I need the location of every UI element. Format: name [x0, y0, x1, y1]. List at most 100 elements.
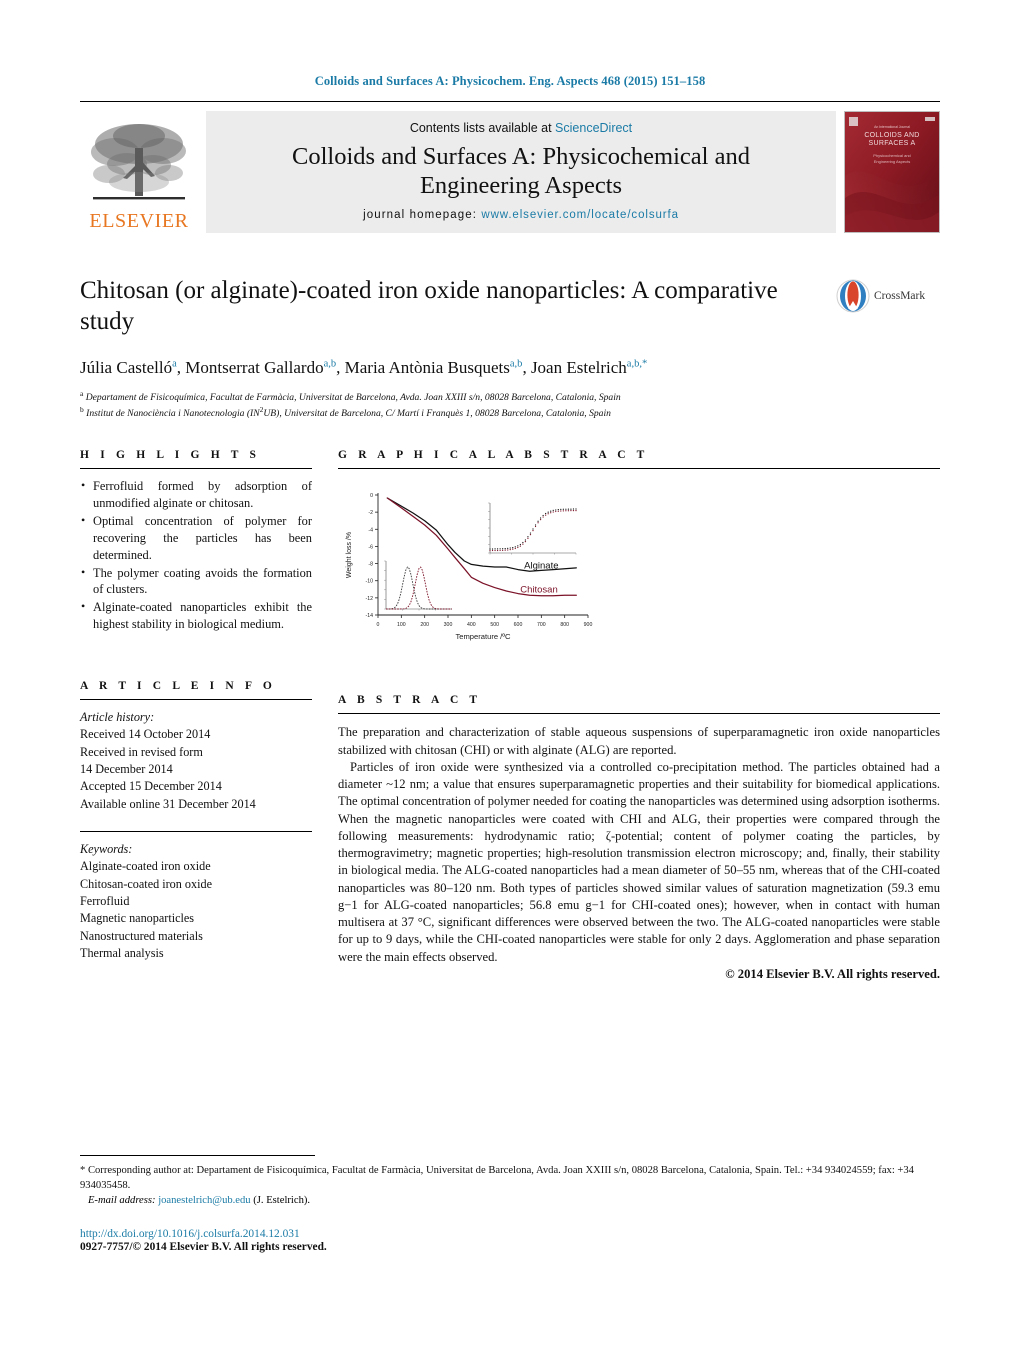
journal-homepage-line: journal homepage: www.elsevier.com/locat… [363, 209, 679, 221]
list-item: The polymer coating avoids the formation… [80, 564, 312, 599]
abstract-paragraph-1: The preparation and characterization of … [338, 725, 940, 757]
svg-text:-6: -6 [368, 545, 373, 551]
email-label: E-mail address: [87, 1195, 156, 1206]
crossmark-icon [836, 279, 870, 313]
abstract-body: The preparation and characterization of … [338, 724, 940, 983]
svg-text:Engineering Aspects: Engineering Aspects [874, 159, 910, 164]
svg-text:Temperature /ºC: Temperature /ºC [455, 632, 511, 641]
highlights-rule [80, 468, 312, 470]
svg-text:Alginate: Alginate [524, 561, 558, 572]
elsevier-logo: ELSEVIER [80, 111, 198, 233]
title-row: Chitosan (or alginate)-coated iron oxide… [80, 275, 940, 337]
history-revised-date: 14 December 2014 [80, 762, 173, 776]
article-info-heading: A R T I C L E I N F O [80, 680, 276, 693]
keyword-item: Nanostructured materials [80, 928, 203, 943]
history-revised-label: Received in revised form [80, 744, 203, 759]
crossmark-label: CrossMark [874, 290, 926, 302]
keywords-label: Keywords: [80, 841, 133, 856]
svg-text:-2: -2 [368, 510, 373, 516]
svg-text:Weight loss /%: Weight loss /% [346, 532, 353, 578]
keyword-item: Thermal analysis [80, 945, 164, 960]
list-item: Ferrofluid formed by adsorption of unmod… [80, 477, 312, 512]
list-item: Optimal concentration of polymer for rec… [80, 512, 312, 564]
crossmark-badge[interactable]: CrossMark [836, 275, 940, 313]
highlights-heading: H I G H L I G H T S [80, 449, 261, 462]
svg-text:400: 400 [467, 622, 476, 628]
svg-text:100: 100 [397, 622, 406, 628]
keyword-item: Ferrofluid [80, 893, 130, 908]
svg-text:600: 600 [514, 622, 523, 628]
email-owner: (J. Estelrich). [253, 1195, 311, 1206]
doi-block: http://dx.doi.org/10.1016/j.colsurfa.201… [80, 1228, 940, 1253]
tga-chart: 0 100 200 300 400 500 600 700 800 900 0 -2 -4 -6 -8 -10… [346, 493, 593, 641]
footer-rule [80, 1154, 315, 1156]
homepage-label: journal homepage: [363, 209, 478, 222]
affiliation-a: a Departament de Fisicoquímica, Facultat… [80, 389, 621, 404]
keyword-item: Magnetic nanoparticles [80, 911, 195, 926]
affiliation-list: a Departament de Fisicoquímica, Facultat… [80, 389, 940, 421]
svg-text:0: 0 [377, 622, 380, 628]
elsevier-tree-icon [91, 124, 186, 200]
svg-text:Physicochemical and: Physicochemical and [873, 153, 911, 158]
svg-text:SURFACES A: SURFACES A [869, 140, 916, 147]
keywords-block: Keywords: Alginate-coated iron oxide Chi… [80, 841, 312, 962]
graphical-abstract-rule [338, 468, 940, 470]
page-title: Chitosan (or alginate)-coated iron oxide… [80, 277, 778, 335]
svg-text:200: 200 [420, 622, 429, 628]
journal-title: Colloids and Surfaces A: Physicochemical… [292, 143, 750, 201]
affiliation-b: b Institut de Nanociència i Nanotecnolog… [80, 405, 611, 420]
svg-text:800: 800 [560, 622, 569, 628]
svg-text:An International Journal: An International Journal [874, 125, 910, 129]
article-history-label: Article history: [80, 710, 155, 725]
svg-text:0: 0 [370, 493, 373, 499]
author-list: Júlia Castellóa, Montserrat Gallardoa,b,… [80, 358, 648, 377]
graphical-abstract-heading: G R A P H I C A L A B S T R A C T [338, 449, 649, 462]
svg-text:-14: -14 [366, 613, 374, 619]
svg-text:-4: -4 [368, 528, 373, 534]
doi-link[interactable]: http://dx.doi.org/10.1016/j.colsurfa.201… [80, 1228, 940, 1240]
journal-cover-thumbnail[interactable]: An International Journal COLLOIDS AND SU… [844, 111, 940, 233]
abstract-rule [338, 713, 940, 715]
svg-text:500: 500 [490, 622, 499, 628]
history-online: Available online 31 December 2014 [80, 796, 256, 811]
abstract-paragraph-2: Particles of iron oxide were synthesized… [338, 759, 940, 964]
journal-masthead: ELSEVIER Contents lists available at Sci… [80, 101, 940, 233]
svg-text:-12: -12 [366, 596, 374, 602]
svg-text:-10: -10 [366, 579, 374, 585]
svg-text:COLLOIDS AND: COLLOIDS AND [864, 132, 919, 139]
title-column: Chitosan (or alginate)-coated iron oxide… [80, 275, 836, 337]
contents-available-line: Contents lists available at ScienceDirec… [410, 121, 632, 135]
list-item: Alginate-coated nanoparticles exhibit th… [80, 598, 312, 633]
history-accepted: Accepted 15 December 2014 [80, 779, 222, 794]
highlights-list: Ferrofluid formed by adsorption of unmod… [80, 477, 312, 633]
running-head: Colloids and Surfaces A: Physicochem. En… [314, 74, 706, 88]
svg-text:300: 300 [444, 622, 453, 628]
issn-copyright-line: 0927-7757/© 2014 Elsevier B.V. All right… [80, 1241, 327, 1253]
svg-text:900: 900 [584, 622, 593, 628]
keywords-rule [80, 830, 312, 832]
email-link[interactable]: joanestelrich@ub.edu [158, 1195, 250, 1206]
right-column: G R A P H I C A L A B S T R A C T 0 100 20… [338, 449, 940, 983]
journal-title-line1: Colloids and Surfaces A: Physicochemical… [292, 142, 750, 170]
cover-artwork: An International Journal COLLOIDS AND SU… [845, 112, 939, 232]
abstract-heading: A B S T R A C T [338, 694, 482, 707]
graphical-abstract-figure: 0 100 200 300 400 500 600 700 800 900 0 -2 -4 -6 -8 -10… [338, 481, 940, 658]
article-first-page: Colloids and Surfaces A: Physicochem. En… [0, 0, 1020, 1351]
email-note: E-mail address: joanestelrich@ub.edu (J.… [80, 1195, 940, 1206]
keyword-item: Chitosan-coated iron oxide [80, 876, 212, 891]
left-column: H I G H L I G H T S Ferrofluid formed by… [80, 449, 312, 983]
sciencedirect-link[interactable]: ScienceDirect [555, 121, 632, 135]
homepage-url-link[interactable]: www.elsevier.com/locate/colsurfa [481, 209, 679, 221]
contents-prefix: Contents lists available at [409, 120, 556, 135]
keyword-item: Alginate-coated iron oxide [80, 859, 211, 874]
masthead-center: Contents lists available at ScienceDirec… [206, 111, 836, 233]
corresponding-author-note: * Corresponding author at: Departament d… [80, 1164, 914, 1191]
journal-title-line2: Engineering Aspects [419, 171, 623, 199]
article-history-block: Article history: Received 14 October 201… [80, 709, 312, 813]
abstract-copyright: © 2014 Elsevier B.V. All rights reserved… [725, 966, 940, 981]
elsevier-wordmark: ELSEVIER [89, 210, 189, 232]
svg-text:700: 700 [537, 622, 546, 628]
article-info-rule [80, 699, 312, 701]
svg-text:-8: -8 [368, 562, 373, 568]
history-received: Received 14 October 2014 [80, 727, 211, 742]
